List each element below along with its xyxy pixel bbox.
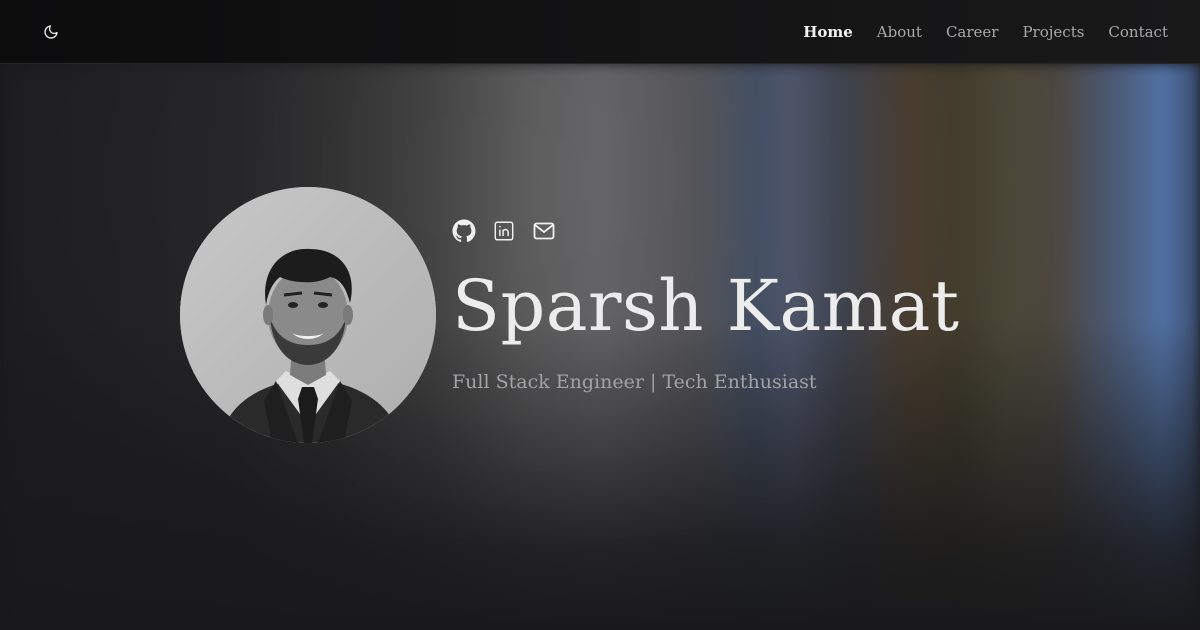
hero-name: Sparsh Kamat: [452, 265, 960, 347]
social-links: [452, 219, 959, 243]
theme-toggle-button[interactable]: [40, 21, 62, 43]
avatar-illustration: [180, 187, 436, 443]
nav-link-about[interactable]: About: [877, 23, 922, 41]
moon-icon: [44, 24, 58, 39]
nav-link-projects[interactable]: Projects: [1022, 23, 1084, 41]
nav-link-career[interactable]: Career: [946, 23, 999, 41]
profile-photo: [180, 187, 436, 443]
nav-link-home[interactable]: Home: [803, 23, 853, 41]
navbar: Home About Career Projects Contact: [0, 0, 1200, 64]
hero-tagline: Full Stack Engineer | Tech Enthusiast: [452, 371, 817, 393]
github-icon: [452, 219, 476, 243]
linkedin-icon: [494, 221, 514, 241]
hero-text: Sparsh Kamat Full Stack Engineer | Tech …: [452, 187, 959, 393]
mail-icon: [533, 222, 555, 240]
hero-section: Sparsh Kamat Full Stack Engineer | Tech …: [180, 187, 959, 443]
github-link[interactable]: [452, 219, 476, 243]
linkedin-link[interactable]: [492, 219, 516, 243]
nav-link-contact[interactable]: Contact: [1108, 23, 1168, 41]
email-link[interactable]: [532, 219, 556, 243]
nav-links: Home About Career Projects Contact: [803, 23, 1168, 41]
